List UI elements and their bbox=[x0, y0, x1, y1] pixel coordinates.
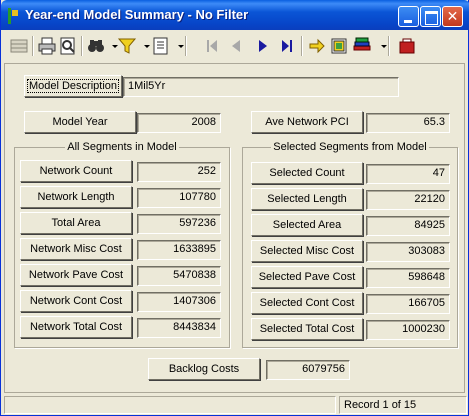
toolbar bbox=[4, 32, 467, 60]
selected-length-field[interactable]: 22120 bbox=[366, 190, 450, 210]
selected-total-cost-button[interactable]: Selected Total Cost bbox=[251, 318, 363, 340]
export-icon[interactable] bbox=[329, 36, 349, 56]
network-total-cost-field[interactable]: 8443834 bbox=[137, 318, 221, 338]
selected-area-field[interactable]: 84925 bbox=[366, 216, 450, 236]
first-record-icon[interactable] bbox=[202, 36, 222, 56]
binoculars-icon[interactable] bbox=[86, 36, 106, 56]
summary-form: Model Description 1Mil5Yr Model Year 200… bbox=[4, 63, 465, 393]
chevron-down-icon[interactable] bbox=[171, 36, 184, 56]
selected-pave-cost-button[interactable]: Selected Pave Cost bbox=[251, 266, 363, 288]
chevron-down-icon[interactable] bbox=[105, 36, 118, 56]
next-record-icon[interactable] bbox=[253, 36, 273, 56]
title-bar[interactable]: Year-end Model Summary - No Filter ✕ bbox=[1, 0, 469, 30]
selected-length-button[interactable]: Selected Length bbox=[251, 188, 363, 210]
total-area-button[interactable]: Total Area bbox=[20, 212, 132, 234]
network-misc-cost-button[interactable]: Network Misc Cost bbox=[20, 238, 132, 260]
app-icon bbox=[8, 8, 20, 24]
print-icon[interactable] bbox=[37, 36, 57, 56]
selected-misc-cost-button[interactable]: Selected Misc Cost bbox=[251, 240, 363, 262]
all-segments-title: All Segments in Model bbox=[65, 141, 179, 153]
total-area-field[interactable]: 597236 bbox=[137, 214, 221, 234]
selected-misc-cost-field[interactable]: 303083 bbox=[366, 242, 450, 262]
network-cont-cost-button[interactable]: Network Cont Cost bbox=[20, 290, 132, 312]
model-year-field[interactable]: 2008 bbox=[137, 113, 221, 133]
selected-pave-cost-field[interactable]: 598648 bbox=[366, 268, 450, 288]
report-icon[interactable] bbox=[151, 36, 171, 56]
app-window: Year-end Model Summary - No Filter ✕ Mod… bbox=[0, 0, 469, 416]
network-pave-cost-field[interactable]: 5470838 bbox=[137, 266, 221, 286]
maximize-icon bbox=[421, 7, 440, 26]
close-icon: ✕ bbox=[446, 8, 459, 24]
status-bar: Record 1 of 15 bbox=[4, 396, 467, 414]
minimize-button[interactable] bbox=[398, 6, 419, 27]
previous-record-icon[interactable] bbox=[226, 36, 246, 56]
network-length-button[interactable]: Network Length bbox=[20, 186, 132, 208]
ave-network-pci-button[interactable]: Ave Network PCI bbox=[251, 111, 363, 133]
books-icon[interactable] bbox=[352, 36, 372, 56]
ave-network-pci-field[interactable]: 65.3 bbox=[366, 113, 450, 133]
network-total-cost-button[interactable]: Network Total Cost bbox=[20, 316, 132, 338]
selected-count-field[interactable]: 47 bbox=[366, 164, 450, 184]
window-title: Year-end Model Summary - No Filter bbox=[25, 7, 249, 22]
network-count-field[interactable]: 252 bbox=[137, 162, 221, 182]
chevron-down-icon[interactable] bbox=[374, 36, 387, 56]
selected-total-cost-field[interactable]: 1000230 bbox=[366, 320, 450, 340]
network-misc-cost-field[interactable]: 1633895 bbox=[137, 240, 221, 260]
model-description-button[interactable]: Model Description bbox=[24, 75, 122, 97]
selected-segments-title: Selected Segments from Model bbox=[271, 141, 429, 153]
grid-icon[interactable] bbox=[9, 36, 29, 56]
network-count-button[interactable]: Network Count bbox=[20, 160, 132, 182]
goto-icon[interactable] bbox=[307, 36, 327, 56]
selected-cont-cost-field[interactable]: 166705 bbox=[366, 294, 450, 314]
minimize-icon bbox=[399, 7, 418, 26]
record-status: Record 1 of 15 bbox=[339, 396, 467, 414]
status-cell-main bbox=[4, 396, 336, 414]
exit-icon[interactable] bbox=[397, 36, 417, 56]
network-pave-cost-button[interactable]: Network Pave Cost bbox=[20, 264, 132, 286]
filter-icon[interactable] bbox=[117, 36, 137, 56]
maximize-button[interactable] bbox=[420, 6, 441, 27]
network-length-field[interactable]: 107780 bbox=[137, 188, 221, 208]
backlog-costs-field[interactable]: 6079756 bbox=[266, 360, 350, 380]
chevron-down-icon[interactable] bbox=[137, 36, 150, 56]
network-cont-cost-field[interactable]: 1407306 bbox=[137, 292, 221, 312]
selected-cont-cost-button[interactable]: Selected Cont Cost bbox=[251, 292, 363, 314]
model-year-button[interactable]: Model Year bbox=[24, 111, 136, 133]
model-description-field[interactable]: 1Mil5Yr bbox=[123, 77, 399, 97]
print-preview-icon[interactable] bbox=[58, 36, 78, 56]
close-button[interactable]: ✕ bbox=[442, 6, 463, 27]
selected-area-button[interactable]: Selected Area bbox=[251, 214, 363, 236]
last-record-icon[interactable] bbox=[277, 36, 297, 56]
backlog-costs-button[interactable]: Backlog Costs bbox=[148, 358, 260, 380]
selected-count-button[interactable]: Selected Count bbox=[251, 162, 363, 184]
